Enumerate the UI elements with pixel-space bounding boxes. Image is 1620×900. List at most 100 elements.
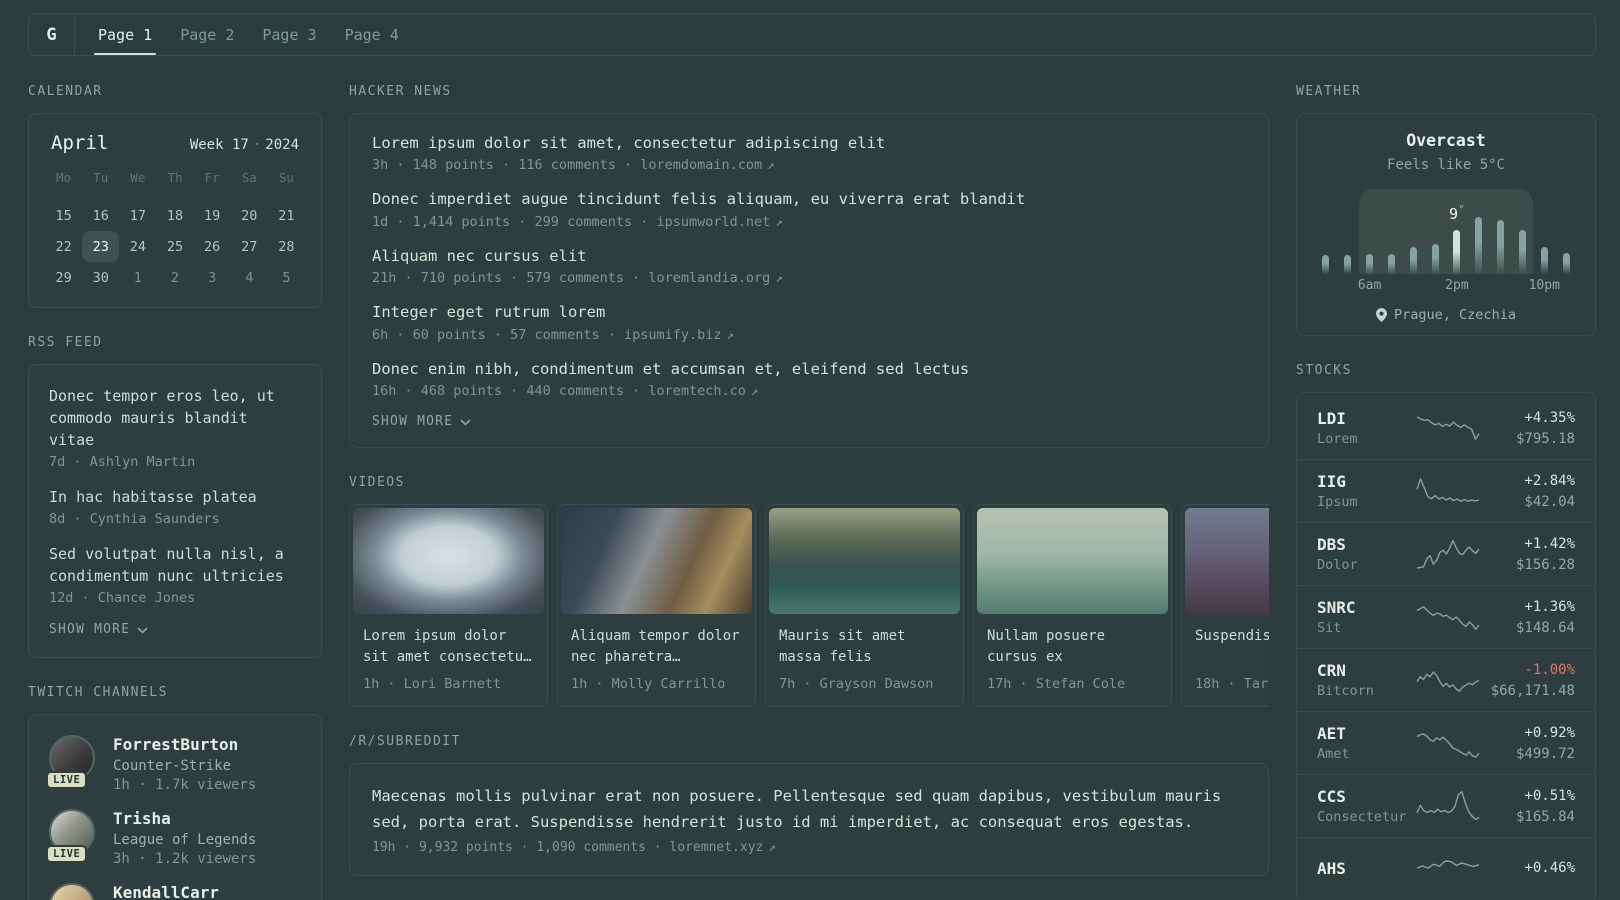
weather-bar <box>1431 244 1439 274</box>
video-card[interactable]: Lorem ipsum dolor sit amet consectetu… 1h… <box>349 504 548 708</box>
story-domain-link[interactable]: loremdomain.com ↗ <box>640 157 774 173</box>
tab-page-1[interactable]: Page 1 <box>84 14 166 55</box>
rss-section: RSS FEED Donec tempor eros leo, ut commo… <box>28 336 322 659</box>
video-card[interactable]: Aliquam tempor dolor nec pharetra… 1h · M… <box>557 504 756 708</box>
stock-row[interactable]: LDI Lorem +4.35% $795.18 <box>1297 397 1595 459</box>
tab-page-4[interactable]: Page 4 <box>331 14 413 55</box>
calendar-weekday: Mo <box>56 169 72 185</box>
videos-row: Lorem ipsum dolor sit amet consectetu… 1h… <box>349 504 1269 708</box>
avatar <box>49 883 95 900</box>
rss-item-title[interactable]: In hac habitasse platea <box>49 486 301 508</box>
video-meta: 7h · Grayson Dawson <box>779 676 934 693</box>
twitch-channel[interactable]: LIVE ForrestBurton Counter-Strike 1h · 1.7k… <box>46 735 301 793</box>
stock-row[interactable]: IIG Ipsum +2.84% $42.04 <box>1297 459 1595 522</box>
stock-change: +0.51% <box>1524 787 1575 804</box>
video-meta: 18h · Tara <box>1195 676 1269 693</box>
stock-row[interactable]: AHS +0.46% <box>1297 837 1595 898</box>
subreddit-widget: Maecenas mollis pulvinar erat non posuer… <box>349 763 1269 877</box>
stock-price: $42.04 <box>1524 493 1575 510</box>
external-link-icon: ↗ <box>775 270 783 286</box>
calendar-section: CALENDAR April Week 17 · 2024 Mo Tu We Th Fr Sa… <box>28 85 322 308</box>
rss-item-title[interactable]: Donec tempor eros leo, ut commodo mauris… <box>49 385 301 451</box>
weather-bar <box>1453 230 1461 274</box>
weather-bar-cell <box>1511 189 1533 274</box>
stock-row[interactable]: CCS Consectetur +0.51% $165.84 <box>1297 774 1595 837</box>
weather-bar <box>1366 254 1374 274</box>
stock-name: Lorem <box>1317 431 1358 447</box>
video-title: Aliquam tempor dolor nec pharetra… <box>571 628 740 666</box>
story-domain-link[interactable]: ipsumify.biz ↗ <box>624 327 734 343</box>
story-domain-link[interactable]: ipsumworld.net ↗ <box>656 214 782 230</box>
calendar-day: 1 <box>133 269 142 286</box>
subreddit-section-label: /R/SUBREDDIT <box>349 734 461 750</box>
calendar-day: 5 <box>282 269 291 286</box>
weather-section-label: WEATHER <box>1296 84 1362 99</box>
stock-sparkline <box>1416 860 1480 869</box>
video-card-body: Aliquam tempor dolor nec pharetra… 1h · M… <box>558 617 755 706</box>
stock-symbol: SNRC <box>1317 598 1356 617</box>
post-domain-link[interactable]: loremnet.xyz ↗ <box>669 839 775 855</box>
rss-show-more-button[interactable]: SHOW MORE <box>49 622 301 637</box>
calendar-day: 18 <box>166 207 184 224</box>
chevron-down-icon <box>137 627 148 634</box>
time-label: 6am <box>1357 278 1382 293</box>
calendar-dow: Mo Tu We Th Fr Sa Su <box>45 166 305 188</box>
tab-page-2[interactable]: Page 2 <box>166 14 248 55</box>
hackernews-item: Aliquam nec cursus elit 21h · 710 points … <box>372 245 1246 286</box>
story-title[interactable]: Integer eget rutrum lorem <box>372 301 1246 323</box>
weather-bar <box>1387 254 1395 274</box>
rss-item-meta: 12d · Chance Jones <box>49 590 196 607</box>
dashboard-page: G Page 1 Page 2 Page 3 Page 4 CALENDAR Apri… <box>0 0 1620 900</box>
stock-sparkline-wrap <box>1416 662 1480 698</box>
stock-change: +2.84% <box>1524 472 1575 489</box>
calendar-day: 20 <box>241 207 258 224</box>
calendar-week-year: Week 17 · 2024 <box>190 137 299 153</box>
stock-price: $499.72 <box>1515 745 1575 762</box>
hackernews-item: Integer eget rutrum lorem 6h · 60 points … <box>372 301 1246 342</box>
stock-name: Consectetur <box>1317 809 1407 825</box>
stock-sparkline-wrap <box>1416 725 1480 761</box>
stock-sparkline <box>1416 539 1480 569</box>
stock-id: DBS Dolor <box>1317 535 1416 573</box>
video-card[interactable]: Suspendisse diam 18h · Tara <box>1181 504 1269 708</box>
stock-sparkline <box>1416 733 1480 758</box>
stock-row[interactable]: CRN Bitcorn -1.00% $66,171.48 <box>1297 648 1595 711</box>
weather-bar-cell <box>1315 189 1337 274</box>
tab-page-3[interactable]: Page 3 <box>248 14 330 55</box>
calendar-weekday: Sa <box>241 169 257 185</box>
stock-values: +1.42% $156.28 <box>1480 536 1575 573</box>
stock-price: $165.84 <box>1515 808 1575 825</box>
stock-row[interactable]: SNRC Sit +1.36% $148.64 <box>1297 585 1595 648</box>
rss-item-title[interactable]: Sed volutpat nulla nisl, a condimentum n… <box>49 543 301 587</box>
post-title[interactable]: Maecenas mollis pulvinar erat non posuer… <box>372 784 1246 835</box>
calendar-week-label: Week 17 <box>189 137 249 153</box>
calendar-day: 2 <box>170 269 180 286</box>
stock-id: LDI Lorem <box>1317 409 1416 447</box>
video-card[interactable]: Mauris sit amet massa felis 7h · Grayson … <box>765 504 964 708</box>
hackernews-show-more-button[interactable]: SHOW MORE <box>372 414 1246 429</box>
calendar-day: 28 <box>278 238 295 255</box>
story-title[interactable]: Donec enim nibh, condimentum et accumsan… <box>372 358 1246 380</box>
weather-bar-cell <box>1402 189 1424 274</box>
story-domain-link[interactable]: loremlandia.org ↗ <box>648 270 782 286</box>
hackernews-list: Lorem ipsum dolor sit amet, consectetur … <box>372 132 1246 399</box>
twitch-channel[interactable]: KendallCarr <box>49 883 301 900</box>
twitch-channel[interactable]: LIVE Trisha League of Legends 3h · 1.2k vie… <box>46 809 301 867</box>
story-meta: 1d · 1,414 points · 299 comments · ipsum… <box>372 214 1246 230</box>
weather-bar-cell <box>1468 189 1490 274</box>
avatar-wrap: LIVE <box>46 809 95 864</box>
calendar-header: April Week 17 · 2024 <box>45 132 305 154</box>
video-card[interactable]: Nullam posuere cursus ex 17h · Stefan Col… <box>973 504 1172 708</box>
stock-price: $795.18 <box>1515 430 1575 447</box>
weather-bar <box>1475 217 1483 274</box>
story-title[interactable]: Aliquam nec cursus elit <box>372 245 1246 267</box>
story-domain-link[interactable]: loremtech.co ↗ <box>648 383 758 399</box>
channel-info: ForrestBurton Counter-Strike 1h · 1.7k vie… <box>113 735 256 793</box>
stock-row[interactable]: DBS Dolor +1.42% $156.28 <box>1297 522 1595 585</box>
story-title[interactable]: Donec imperdiet augue tincidunt felis al… <box>372 188 1246 210</box>
calendar-day: 3 <box>208 269 217 286</box>
channel-name: ForrestBurton <box>113 735 239 755</box>
stock-row[interactable]: AET Amet +0.92% $499.72 <box>1297 711 1595 774</box>
stocks-section-label: STOCKS <box>1296 363 1352 378</box>
story-title[interactable]: Lorem ipsum dolor sit amet, consectetur … <box>372 132 1246 154</box>
